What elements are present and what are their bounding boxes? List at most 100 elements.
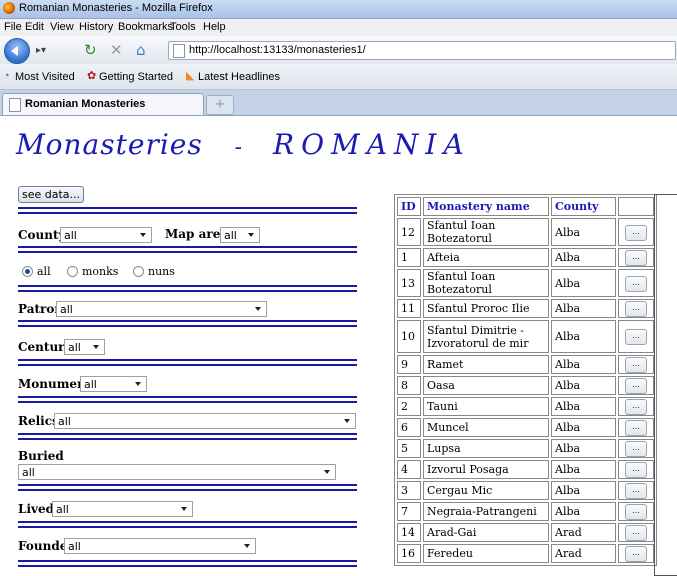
row-action-cell: ... xyxy=(618,376,654,395)
table-row: 8 Oasa Alba... xyxy=(397,376,654,395)
century-select[interactable]: all xyxy=(64,339,105,355)
county-select[interactable]: all xyxy=(60,227,152,243)
row-details-button[interactable]: ... xyxy=(625,224,647,241)
bookmark-most-visited[interactable]: Most Visited xyxy=(15,71,75,83)
monument-select[interactable]: all xyxy=(80,376,147,392)
table-row: 3 Cergau Mic Alba... xyxy=(397,481,654,500)
menu-edit[interactable]: Edit xyxy=(25,21,44,33)
row-details-button[interactable]: ... xyxy=(625,420,647,436)
home-icon[interactable]: ⌂ xyxy=(136,41,146,59)
row-action-cell: ... xyxy=(618,544,654,563)
row-details-button[interactable]: ... xyxy=(625,483,647,499)
chevron-down-icon xyxy=(181,507,187,511)
row-action-cell: ... xyxy=(618,248,654,267)
buried-select[interactable]: all xyxy=(18,464,336,480)
divider xyxy=(18,484,357,486)
chevron-down-icon xyxy=(93,345,99,349)
row-id: 14 xyxy=(397,523,421,542)
tab-strip: Romanian Monasteries + xyxy=(0,90,677,116)
table-row: 4 Izvorul Posaga Alba... xyxy=(397,460,654,479)
buried-select-value: all xyxy=(22,466,35,479)
row-details-button[interactable]: ... xyxy=(625,378,647,394)
row-details-button[interactable]: ... xyxy=(625,275,647,292)
url-bar[interactable]: http://localhost:13133/monasteries1/ xyxy=(168,41,676,60)
row-details-button[interactable]: ... xyxy=(625,329,647,345)
reload-icon[interactable]: ↻ xyxy=(84,41,97,59)
divider xyxy=(18,401,357,403)
row-details-button[interactable]: ... xyxy=(625,525,647,541)
row-action-cell: ... xyxy=(618,397,654,416)
table-row: 1 Afteia Alba... xyxy=(397,248,654,267)
bookmarks-toolbar: ◔ Most Visited ✿ Getting Started ◣ Lates… xyxy=(0,64,677,90)
lived-select[interactable]: all xyxy=(52,501,193,517)
row-monastery-name: Sfantul Dimitrie - Izvoratorul de mir xyxy=(423,320,549,353)
navigation-toolbar: ▸▾ ↻ ✕ ⌂ http://localhost:13133/monaster… xyxy=(0,36,677,64)
menu-file[interactable]: File xyxy=(4,21,22,33)
window-titlebar: Romanian Monasteries - Mozilla Firefox xyxy=(0,0,677,19)
row-details-button[interactable]: ... xyxy=(625,357,647,373)
row-details-button[interactable]: ... xyxy=(625,250,647,266)
chevron-down-icon xyxy=(255,307,261,311)
divider xyxy=(18,438,357,440)
century-select-value: all xyxy=(68,341,81,354)
row-details-button[interactable]: ... xyxy=(625,301,647,317)
row-county: Alba xyxy=(551,481,616,500)
row-id: 11 xyxy=(397,299,421,318)
menu-history[interactable]: History xyxy=(79,21,113,33)
monastery-table: ID Monastery name County 12 Sfantul Ioan … xyxy=(394,194,657,566)
patron-select[interactable]: all xyxy=(56,301,267,317)
row-monastery-name: Oasa xyxy=(423,376,549,395)
row-monastery-name: Cergau Mic xyxy=(423,481,549,500)
row-monastery-name: Izvorul Posaga xyxy=(423,460,549,479)
divider xyxy=(18,320,357,322)
menu-bookmarks[interactable]: Bookmarks xyxy=(118,21,173,33)
row-details-button[interactable]: ... xyxy=(625,441,647,457)
menu-help[interactable]: Help xyxy=(203,21,226,33)
back-button[interactable] xyxy=(4,38,30,64)
divider xyxy=(18,433,357,435)
chevron-down-icon xyxy=(140,233,146,237)
divider xyxy=(18,246,357,248)
row-county: Arad xyxy=(551,523,616,542)
map-area-select[interactable]: all xyxy=(220,227,260,243)
url-text[interactable]: http://localhost:13133/monasteries1/ xyxy=(189,44,366,56)
row-details-button[interactable]: ... xyxy=(625,504,647,520)
divider xyxy=(18,212,357,214)
divider xyxy=(18,325,357,327)
relics-select-value: all xyxy=(58,415,71,428)
header-id: ID xyxy=(397,197,421,216)
menu-tools[interactable]: Tools xyxy=(170,21,196,33)
founder-select[interactable]: all xyxy=(64,538,256,554)
relics-select[interactable]: all xyxy=(54,413,356,429)
stop-icon[interactable]: ✕ xyxy=(110,41,123,59)
menu-view[interactable]: View xyxy=(50,21,74,33)
tab-romanian-monasteries[interactable]: Romanian Monasteries xyxy=(2,93,204,115)
getting-started-icon: ✿ xyxy=(87,70,97,82)
radio-all[interactable] xyxy=(22,266,33,277)
row-monastery-name: Arad-Gai xyxy=(423,523,549,542)
bookmark-getting-started[interactable]: Getting Started xyxy=(99,71,173,83)
map-area-label: Map area xyxy=(165,227,229,241)
row-action-cell: ... xyxy=(618,439,654,458)
bookmark-latest-headlines[interactable]: Latest Headlines xyxy=(198,71,280,83)
row-details-button[interactable]: ... xyxy=(625,462,647,478)
divider xyxy=(18,364,357,366)
row-county: Alba xyxy=(551,502,616,521)
radio-monks[interactable] xyxy=(67,266,78,277)
radio-nuns[interactable] xyxy=(133,266,144,277)
table-row: 16 Feredeu Arad... xyxy=(397,544,654,563)
row-id: 3 xyxy=(397,481,421,500)
banner-monasteries: Monasteries xyxy=(16,128,203,161)
row-details-button[interactable]: ... xyxy=(625,399,647,415)
forward-dropdown-icon[interactable]: ▸▾ xyxy=(36,45,46,56)
row-details-button[interactable]: ... xyxy=(625,546,647,562)
row-monastery-name: Sfantul Ioan Botezatorul xyxy=(423,218,549,246)
page-icon xyxy=(9,98,21,112)
row-monastery-name: Feredeu xyxy=(423,544,549,563)
new-tab-button[interactable]: + xyxy=(206,95,234,115)
radio-nuns-label: nuns xyxy=(148,265,175,278)
row-county: Alba xyxy=(551,269,616,297)
divider xyxy=(18,251,357,253)
see-data-button[interactable]: see data... xyxy=(18,186,84,203)
row-id: 4 xyxy=(397,460,421,479)
